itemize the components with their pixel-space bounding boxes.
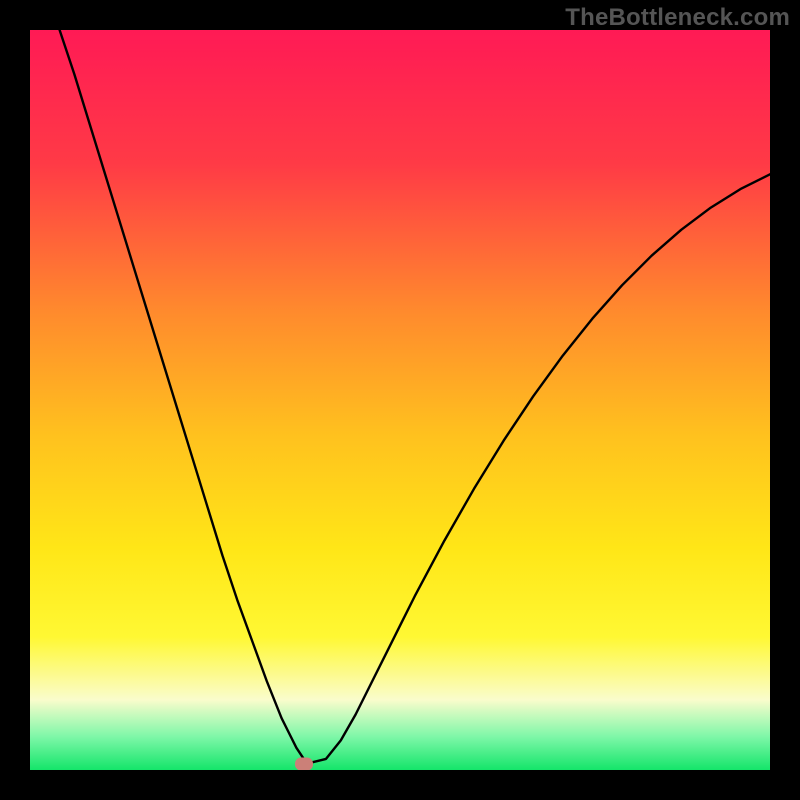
chart-frame: TheBottleneck.com xyxy=(0,0,800,800)
optimal-marker xyxy=(295,758,313,770)
bottleneck-curve xyxy=(30,30,770,770)
watermark-text: TheBottleneck.com xyxy=(565,4,790,32)
plot-area xyxy=(30,30,770,770)
